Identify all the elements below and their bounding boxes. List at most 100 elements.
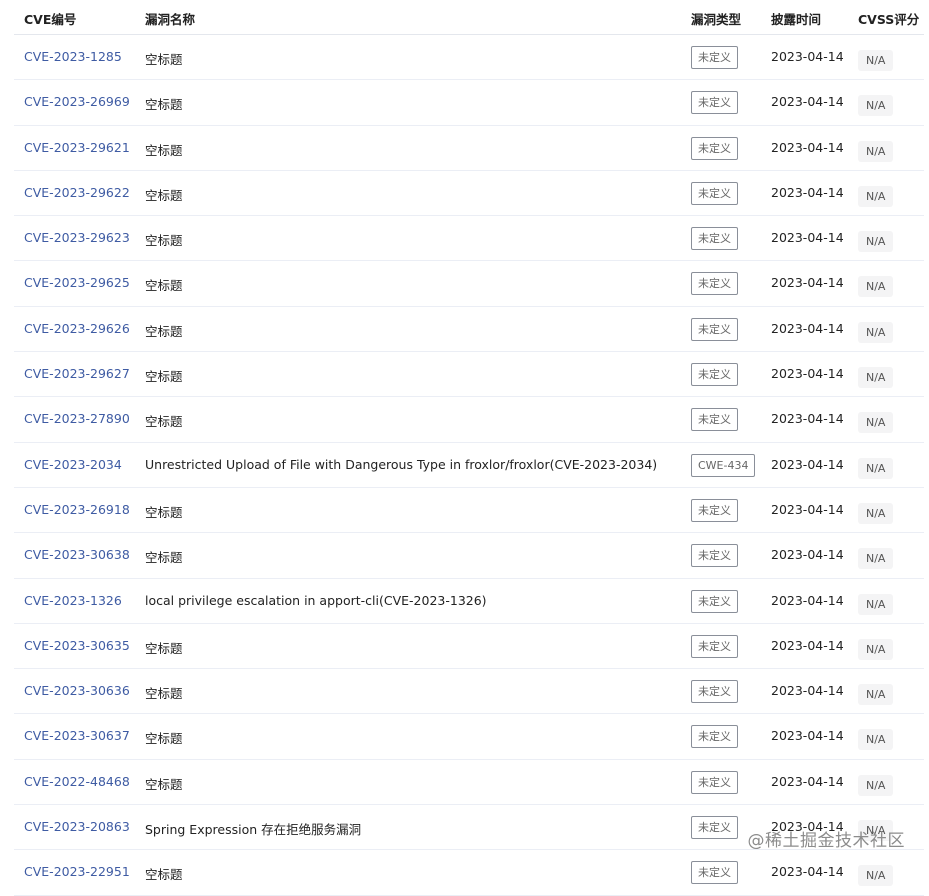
vuln-type-cell: 未定义 xyxy=(691,533,767,577)
cvss-score-cell: N/A xyxy=(858,307,924,351)
vuln-type-tag: 未定义 xyxy=(691,861,738,885)
vuln-type-tag: 未定义 xyxy=(691,227,738,251)
cvss-score-cell: N/A xyxy=(858,714,924,758)
disclosure-date-cell: 2023-04-14 xyxy=(771,261,857,305)
cvss-score-badge: N/A xyxy=(858,367,894,389)
cve-id-cell: CVE-2023-29625 xyxy=(24,261,144,305)
disclosure-date: 2023-04-14 xyxy=(771,683,844,699)
disclosure-date: 2023-04-14 xyxy=(771,184,844,200)
cvss-score-cell: N/A xyxy=(858,533,924,577)
cvss-score-badge: N/A xyxy=(858,638,894,660)
table-row: CVE-2023-30637 空标题 未定义 2023-04-14 N/A xyxy=(14,714,924,760)
vuln-type-tag: 未定义 xyxy=(691,181,738,205)
cve-id-link[interactable]: CVE-2023-29621 xyxy=(24,140,130,155)
cve-id-cell: CVE-2023-29626 xyxy=(24,307,144,351)
disclosure-date-cell: 2023-04-14 xyxy=(771,488,857,532)
cve-id-link[interactable]: CVE-2023-22951 xyxy=(24,864,130,879)
cve-id-link[interactable]: CVE-2023-29627 xyxy=(24,366,130,381)
cvss-score-cell: N/A xyxy=(858,126,924,170)
disclosure-date: 2023-04-14 xyxy=(771,864,844,880)
cve-id-link[interactable]: CVE-2023-20863 xyxy=(24,819,130,834)
cve-id-link[interactable]: CVE-2023-27890 xyxy=(24,411,130,426)
disclosure-date-cell: 2023-04-14 xyxy=(771,126,857,170)
cvss-score-badge: N/A xyxy=(858,774,894,796)
table-body: CVE-2023-1285 空标题 未定义 2023-04-14 N/A CVE-2023… xyxy=(14,35,924,896)
vuln-name-cell: 空标题 xyxy=(145,533,685,577)
disclosure-date-cell: 2023-04-14 xyxy=(771,624,857,668)
vuln-name: 空标题 xyxy=(145,414,183,430)
vuln-name-cell: 空标题 xyxy=(145,261,685,305)
cvss-score-cell: N/A xyxy=(858,261,924,305)
cvss-score-cell: N/A xyxy=(858,397,924,441)
cvss-score-badge: N/A xyxy=(858,276,894,298)
cve-id-link[interactable]: CVE-2023-26969 xyxy=(24,94,130,109)
cve-id-link[interactable]: CVE-2023-30637 xyxy=(24,728,130,743)
cvss-score-cell: N/A xyxy=(858,35,924,79)
table-row: CVE-2023-1326 local privilege escalation … xyxy=(14,579,924,624)
vuln-name: 空标题 xyxy=(145,640,183,656)
cve-id-link[interactable]: CVE-2023-29625 xyxy=(24,275,130,290)
disclosure-date: 2023-04-14 xyxy=(771,275,844,291)
table-row: CVE-2023-1285 空标题 未定义 2023-04-14 N/A xyxy=(14,35,924,81)
vuln-name-cell: 空标题 xyxy=(145,80,685,124)
disclosure-date-cell: 2023-04-14 xyxy=(771,307,857,351)
cvss-score-badge: N/A xyxy=(858,865,894,887)
disclosure-date-cell: 2023-04-14 xyxy=(771,714,857,758)
vuln-type-tag: 未定义 xyxy=(691,634,738,658)
vuln-name-cell: 空标题 xyxy=(145,216,685,260)
table-row: CVE-2023-2034 Unrestricted Upload of File… xyxy=(14,443,924,488)
cve-id-link[interactable]: CVE-2023-29626 xyxy=(24,321,130,336)
cvss-score-cell: N/A xyxy=(858,760,924,804)
disclosure-date: 2023-04-14 xyxy=(771,819,844,835)
cve-id-link[interactable]: CVE-2022-48468 xyxy=(24,774,130,789)
header-name: 漏洞名称 xyxy=(145,12,196,27)
vuln-name-cell: local privilege escalation in apport-cli… xyxy=(145,579,685,623)
vuln-type-cell: 未定义 xyxy=(691,126,767,170)
table-row: CVE-2023-29623 空标题 未定义 2023-04-14 N/A xyxy=(14,216,924,262)
cve-id-link[interactable]: CVE-2023-30636 xyxy=(24,683,130,698)
vuln-type-tag: 未定义 xyxy=(691,363,738,387)
vuln-name-cell: 空标题 xyxy=(145,126,685,170)
disclosure-date: 2023-04-14 xyxy=(771,139,844,155)
cve-id-link[interactable]: CVE-2023-1326 xyxy=(24,593,122,608)
table-row: CVE-2023-22951 空标题 未定义 2023-04-14 N/A xyxy=(14,850,924,896)
cve-id-link[interactable]: CVE-2023-30638 xyxy=(24,547,130,562)
vuln-name-cell: 空标题 xyxy=(145,397,685,441)
cvss-score-cell: N/A xyxy=(858,488,924,532)
vuln-name: Spring Expression 存在拒绝服务漏洞 xyxy=(145,822,362,838)
vuln-name: 空标题 xyxy=(145,369,183,385)
vuln-type-cell: 未定义 xyxy=(691,80,767,124)
disclosure-date-cell: 2023-04-14 xyxy=(771,216,857,260)
cvss-score-cell: N/A xyxy=(858,624,924,668)
vuln-type-tag: 未定义 xyxy=(691,589,738,613)
cve-id-cell: CVE-2023-26918 xyxy=(24,488,144,532)
cve-id-link[interactable]: CVE-2023-1285 xyxy=(24,49,122,64)
vuln-type-tag: 未定义 xyxy=(691,46,738,69)
cve-id-cell: CVE-2023-30636 xyxy=(24,669,144,713)
header-cve-id: CVE编号 xyxy=(24,12,77,27)
vuln-name: 空标题 xyxy=(145,504,183,520)
table-row: CVE-2023-29627 空标题 未定义 2023-04-14 N/A xyxy=(14,352,924,398)
table-row: CVE-2023-26969 空标题 未定义 2023-04-14 N/A xyxy=(14,80,924,126)
cve-id-cell: CVE-2023-2034 xyxy=(24,443,144,487)
cvss-score-badge: N/A xyxy=(858,185,894,207)
cvss-score-cell: N/A xyxy=(858,216,924,260)
cvss-score-badge: N/A xyxy=(858,50,894,71)
disclosure-date-cell: 2023-04-14 xyxy=(771,579,857,623)
cve-id-cell: CVE-2023-29622 xyxy=(24,171,144,215)
cve-id-link[interactable]: CVE-2023-29622 xyxy=(24,185,130,200)
vuln-name-cell: 空标题 xyxy=(145,850,685,894)
cve-id-link[interactable]: CVE-2023-29623 xyxy=(24,230,130,245)
cve-id-link[interactable]: CVE-2023-2034 xyxy=(24,457,122,472)
vuln-type-tag: 未定义 xyxy=(691,816,738,840)
cve-id-link[interactable]: CVE-2023-26918 xyxy=(24,502,130,517)
vuln-name-cell: 空标题 xyxy=(145,171,685,215)
cve-id-cell: CVE-2023-27890 xyxy=(24,397,144,441)
vuln-name-cell: 空标题 xyxy=(145,35,685,79)
disclosure-date-cell: 2023-04-14 xyxy=(771,760,857,804)
vuln-type-tag: 未定义 xyxy=(691,408,738,432)
cve-id-link[interactable]: CVE-2023-30635 xyxy=(24,638,130,653)
vuln-name: 空标题 xyxy=(145,52,183,67)
vuln-type-cell: 未定义 xyxy=(691,35,767,79)
vuln-name: 空标题 xyxy=(145,776,183,792)
